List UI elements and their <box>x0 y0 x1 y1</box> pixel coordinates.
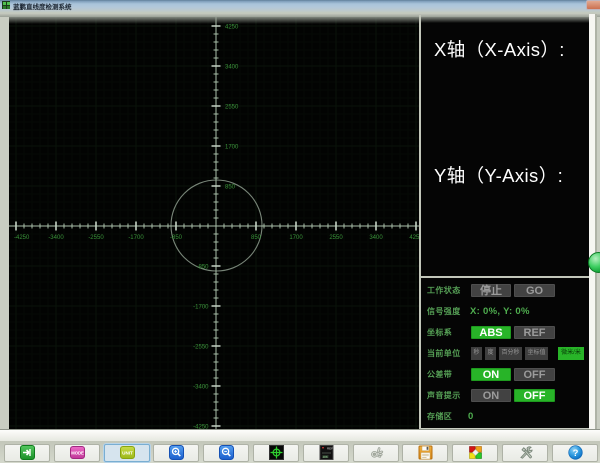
svg-text:-2550: -2550 <box>193 345 209 351</box>
svg-text:1700: 1700 <box>225 145 239 151</box>
svg-text:2550: 2550 <box>329 235 343 241</box>
svg-text:-1700: -1700 <box>193 305 209 311</box>
svg-text:-2550: -2550 <box>88 235 104 241</box>
svg-text:4250: 4250 <box>225 25 239 31</box>
svg-text:4250: 4250 <box>409 235 419 241</box>
svg-text:-1700: -1700 <box>128 235 144 241</box>
svg-text:1700: 1700 <box>289 235 303 241</box>
svg-text:-4250: -4250 <box>14 235 30 241</box>
svg-text:488: 488 <box>322 455 327 459</box>
svg-text:?: ? <box>572 448 578 459</box>
svg-text:MODE: MODE <box>71 451 84 456</box>
svg-text:2550: 2550 <box>225 105 239 111</box>
svg-text:-3400: -3400 <box>48 235 64 241</box>
svg-text:3400: 3400 <box>369 235 383 241</box>
svg-text:850: 850 <box>251 235 262 241</box>
svg-text:-850: -850 <box>170 235 183 241</box>
svg-text:REF: REF <box>327 447 333 451</box>
svg-text:-850: -850 <box>196 265 209 271</box>
svg-text:-3400: -3400 <box>193 385 209 391</box>
svg-text:UNIT: UNIT <box>122 451 133 456</box>
svg-text:3400: 3400 <box>225 65 239 71</box>
svg-text:850: 850 <box>225 185 236 191</box>
